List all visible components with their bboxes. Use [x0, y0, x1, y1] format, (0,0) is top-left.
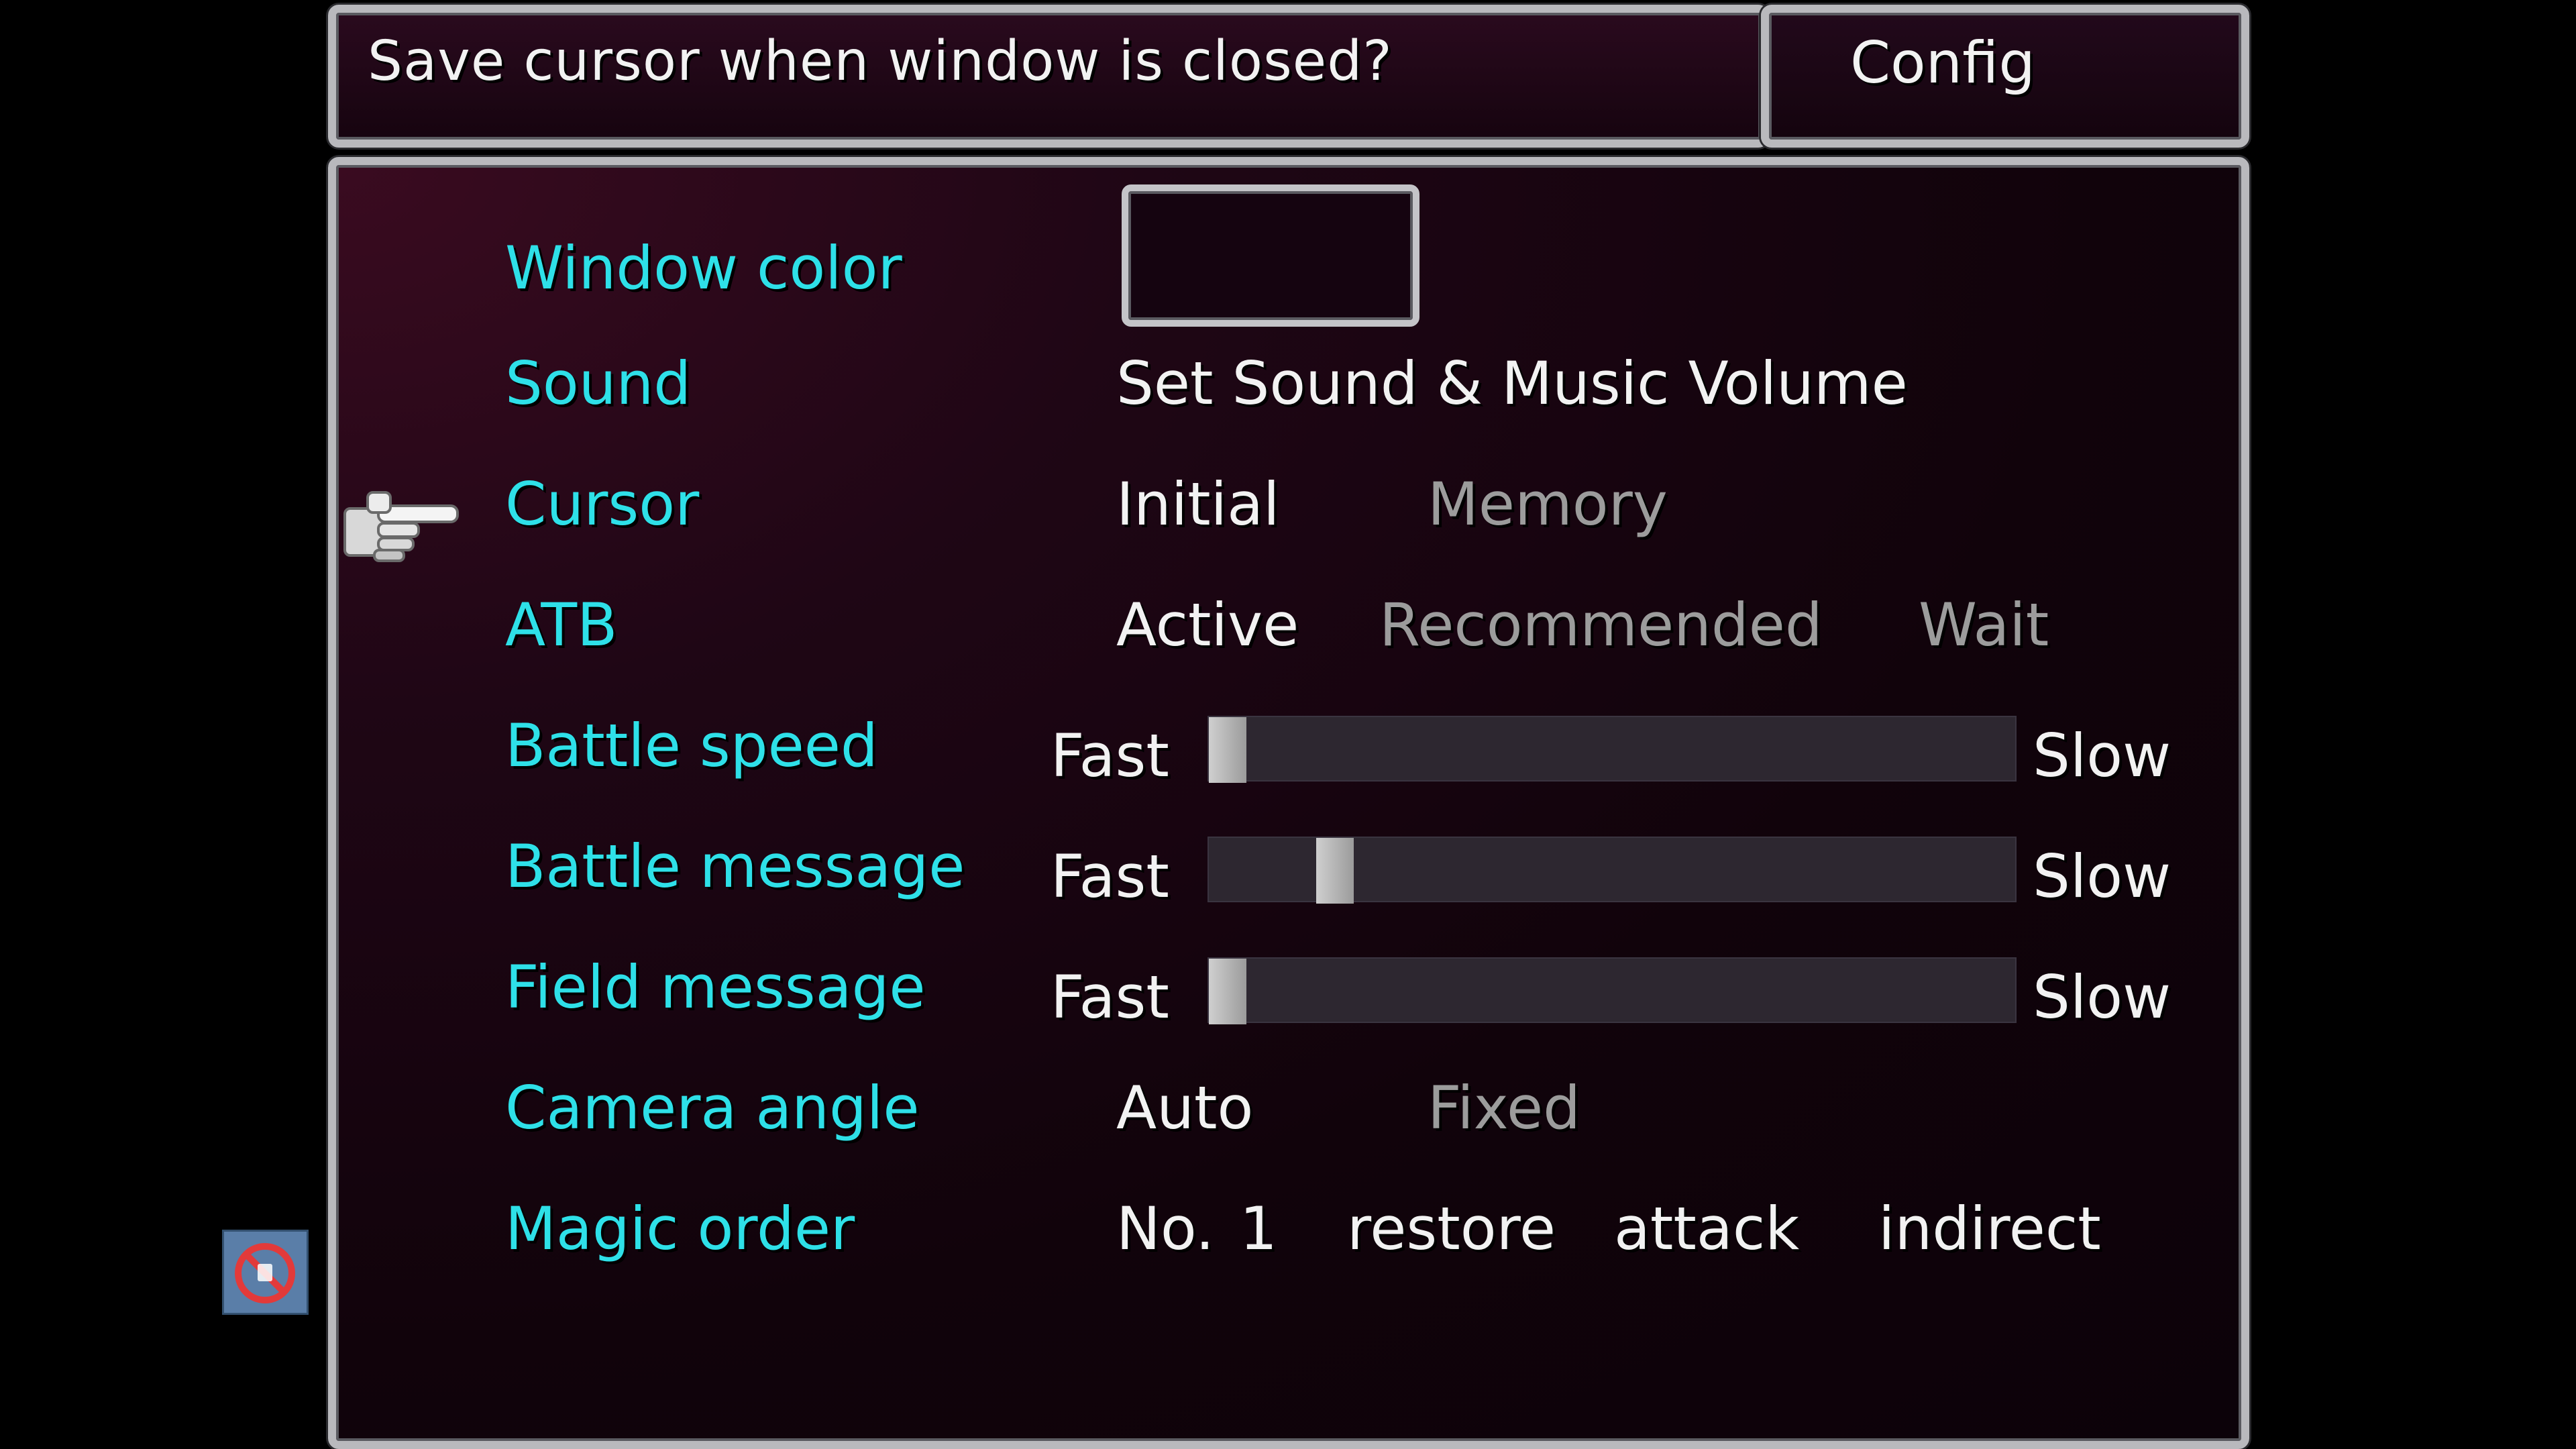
- label-camera-angle[interactable]: Camera angle: [505, 1073, 919, 1142]
- field-message-slider-thumb[interactable]: [1209, 959, 1246, 1024]
- field-message-slow-label: Slow: [2033, 963, 2171, 1032]
- help-text: Save cursor when window is closed?: [368, 30, 1393, 93]
- magic-order-number[interactable]: 1: [1240, 1194, 1277, 1263]
- battle-message-fast-label: Fast: [1051, 842, 1169, 911]
- battle-speed-slider[interactable]: [1208, 716, 2017, 783]
- label-atb[interactable]: ATB: [505, 590, 618, 659]
- label-window-color[interactable]: Window color: [505, 233, 902, 303]
- camera-option-auto[interactable]: Auto: [1116, 1073, 1253, 1142]
- battle-message-slider-thumb[interactable]: [1316, 838, 1354, 904]
- label-cursor[interactable]: Cursor: [505, 470, 699, 539]
- no-entry-icon[interactable]: [222, 1230, 309, 1315]
- label-battle-message[interactable]: Battle message: [505, 832, 965, 901]
- camera-option-fixed[interactable]: Fixed: [1428, 1073, 1580, 1142]
- label-field-message[interactable]: Field message: [505, 953, 926, 1022]
- magic-order-prefix: No.: [1116, 1194, 1215, 1263]
- battle-speed-fast-label: Fast: [1051, 721, 1169, 790]
- label-sound[interactable]: Sound: [505, 349, 691, 418]
- label-magic-order[interactable]: Magic order: [505, 1194, 855, 1263]
- atb-option-active[interactable]: Active: [1116, 590, 1299, 659]
- battle-speed-slider-thumb[interactable]: [1209, 717, 1246, 783]
- window-color-swatch[interactable]: [1122, 184, 1419, 327]
- battle-speed-slow-label: Slow: [2033, 721, 2171, 790]
- magic-order-restore[interactable]: restore: [1347, 1194, 1556, 1263]
- battle-message-slider[interactable]: [1208, 837, 2017, 904]
- cursor-option-initial[interactable]: Initial: [1116, 470, 1280, 539]
- magic-order-indirect[interactable]: indirect: [1878, 1194, 2101, 1263]
- field-message-fast-label: Fast: [1051, 963, 1169, 1032]
- menu-title: Config: [1850, 30, 2035, 97]
- atb-option-wait[interactable]: Wait: [1919, 590, 2049, 659]
- field-message-slider[interactable]: [1208, 957, 2017, 1024]
- label-battle-speed[interactable]: Battle speed: [505, 711, 878, 780]
- magic-order-attack[interactable]: attack: [1614, 1194, 1799, 1263]
- sound-volume-option[interactable]: Set Sound & Music Volume: [1116, 349, 1908, 418]
- battle-message-slow-label: Slow: [2033, 842, 2171, 911]
- hand-pointer-icon: [342, 488, 460, 568]
- atb-option-recommended[interactable]: Recommended: [1379, 590, 1823, 659]
- cursor-option-memory[interactable]: Memory: [1428, 470, 1668, 539]
